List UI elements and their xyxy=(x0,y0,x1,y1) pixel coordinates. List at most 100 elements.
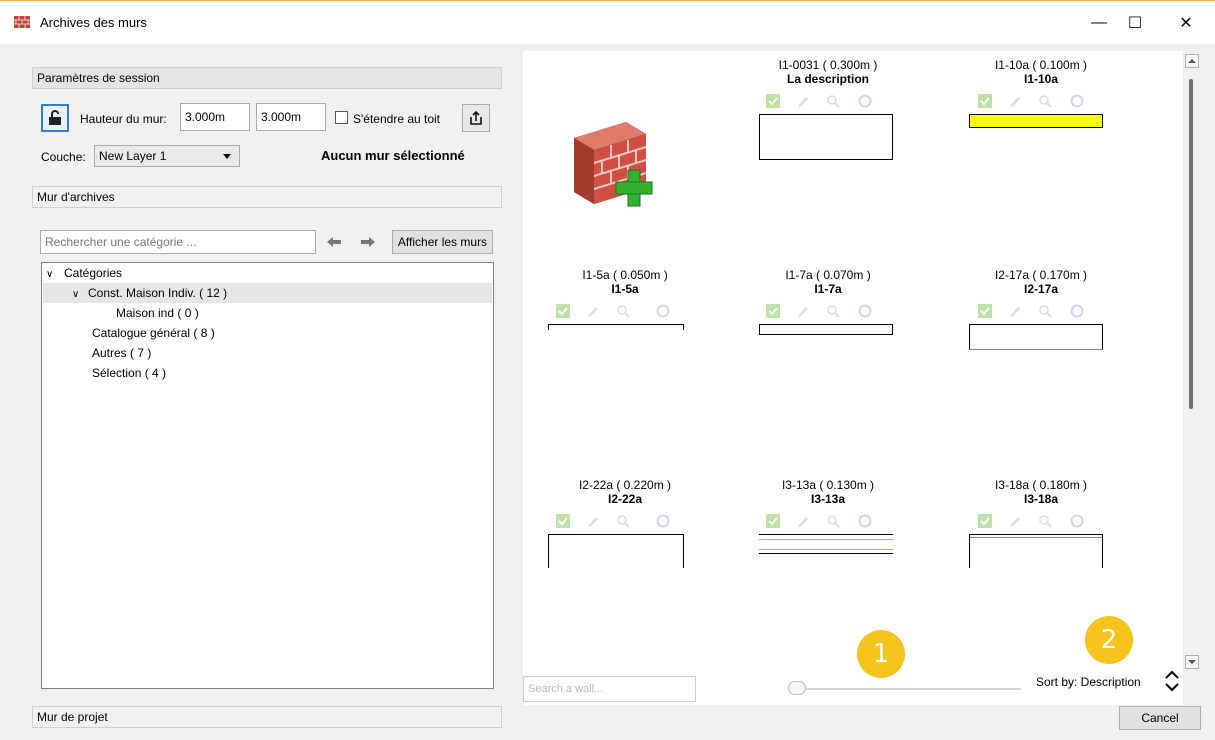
pencil-icon[interactable] xyxy=(586,514,600,528)
pencil-icon[interactable] xyxy=(1008,94,1022,108)
tree-item-label: Const. Maison Indiv. ( 12 ) xyxy=(88,286,228,300)
circle-icon[interactable] xyxy=(858,514,872,528)
tree-root-label: Catégories xyxy=(64,266,123,280)
pencil-icon[interactable] xyxy=(796,304,810,318)
wall-tile-title[interactable]: I1-5a ( 0.050m ) xyxy=(540,269,710,282)
layer-select[interactable]: New Layer 1 xyxy=(94,145,240,167)
chevron-down-icon[interactable]: ∨ xyxy=(46,265,64,285)
maximize-button[interactable]: ☐ xyxy=(1112,1,1158,45)
wall-height-input-1[interactable]: 3.000m xyxy=(180,103,250,131)
check-icon[interactable] xyxy=(766,304,780,318)
lock-button[interactable] xyxy=(41,104,69,132)
chevron-down-icon xyxy=(223,154,231,159)
wall-height-input-2[interactable]: 3.000m xyxy=(256,103,326,131)
sort-order-icon[interactable] xyxy=(1163,668,1181,694)
tree-item-maison-ind[interactable]: Maison ind ( 0 ) xyxy=(116,303,199,323)
wall-preview[interactable] xyxy=(969,534,1103,568)
cancel-button[interactable]: Cancel xyxy=(1119,706,1201,730)
circle-icon[interactable] xyxy=(858,94,872,108)
wall-tile-title[interactable]: I1-10a ( 0.100m ) xyxy=(956,59,1126,72)
pencil-icon[interactable] xyxy=(586,304,600,318)
check-icon[interactable] xyxy=(556,514,570,528)
check-icon[interactable] xyxy=(766,94,780,108)
arrow-left-icon xyxy=(327,237,341,247)
size-slider-handle[interactable] xyxy=(788,681,806,695)
project-walls-header[interactable]: Mur de projet xyxy=(32,706,502,728)
magnifier-icon[interactable] xyxy=(1038,304,1052,318)
wall-preview[interactable] xyxy=(969,324,1103,350)
wall-preview[interactable] xyxy=(759,324,893,335)
layer-select-value: New Layer 1 xyxy=(99,149,167,163)
circle-icon[interactable] xyxy=(858,304,872,318)
scroll-up-button[interactable] xyxy=(1185,54,1199,68)
check-icon[interactable] xyxy=(556,304,570,318)
wall-search-input[interactable]: Search a wall... xyxy=(523,676,696,702)
wall-preview[interactable] xyxy=(759,114,893,160)
check-icon[interactable] xyxy=(766,514,780,528)
pencil-icon[interactable] xyxy=(1008,514,1022,528)
wall-tile-actions xyxy=(766,514,896,532)
forward-arrow-button[interactable] xyxy=(360,234,376,250)
wall-preview[interactable] xyxy=(548,534,684,568)
extend-to-roof-checkbox[interactable] xyxy=(335,111,348,124)
check-icon[interactable] xyxy=(978,304,992,318)
check-icon[interactable] xyxy=(978,514,992,528)
tree-item-const-maison[interactable]: ∨ Const. Maison Indiv. ( 12 ) xyxy=(43,283,492,303)
tree-item-selection[interactable]: Sélection ( 4 ) xyxy=(92,363,166,383)
magnifier-icon[interactable] xyxy=(1038,94,1052,108)
circle-icon[interactable] xyxy=(1070,304,1084,318)
circle-icon[interactable] xyxy=(656,304,670,318)
wall-tile-title[interactable]: I3-13a ( 0.130m ) xyxy=(743,479,913,492)
sort-label[interactable]: Sort by: Description xyxy=(1036,675,1141,689)
wall-preview[interactable] xyxy=(759,534,893,554)
close-button[interactable]: ✕ xyxy=(1163,1,1209,45)
wall-tile-actions xyxy=(978,94,1108,112)
callout-badge-1: 1 xyxy=(857,630,905,678)
circle-icon[interactable] xyxy=(1070,94,1084,108)
magnifier-icon[interactable] xyxy=(826,514,840,528)
window-title: Archives des murs xyxy=(40,15,147,30)
magnifier-icon[interactable] xyxy=(616,514,630,528)
magnifier-icon[interactable] xyxy=(616,304,630,318)
magnifier-icon[interactable] xyxy=(1038,514,1052,528)
vertical-scrollbar[interactable] xyxy=(1183,51,1200,671)
pencil-icon[interactable] xyxy=(796,94,810,108)
pencil-icon[interactable] xyxy=(1008,304,1022,318)
session-settings-header[interactable]: Paramètres de session xyxy=(32,67,502,89)
category-search-input[interactable]: Rechercher une catégorie ... xyxy=(40,230,316,254)
show-walls-button[interactable]: Afficher les murs xyxy=(392,230,493,254)
magnifier-icon[interactable] xyxy=(826,304,840,318)
wall-tile-subtitle: La description xyxy=(786,72,869,86)
wall-tile-title[interactable]: I3-18a ( 0.180m ) xyxy=(956,479,1126,492)
wall-preview[interactable] xyxy=(548,324,684,330)
check-icon[interactable] xyxy=(978,94,992,108)
add-wall-icon[interactable] xyxy=(566,118,664,212)
circle-icon[interactable] xyxy=(1070,514,1084,528)
export-button[interactable] xyxy=(462,104,490,132)
wall-tile-subtitle: I3-18a xyxy=(1023,492,1059,506)
chevron-down-icon[interactable]: ∨ xyxy=(72,285,88,305)
scroll-down-button[interactable] xyxy=(1185,655,1199,669)
magnifier-icon[interactable] xyxy=(826,94,840,108)
category-tree[interactable]: ∨ Catégories ∨ Const. Maison Indiv. ( 12 )… xyxy=(41,262,494,689)
extend-to-roof-label: S'étendre au toit xyxy=(353,112,441,126)
wall-tile-title[interactable]: I1-0031 ( 0.300m ) xyxy=(743,59,913,72)
scroll-thumb[interactable] xyxy=(1189,79,1193,409)
pencil-icon[interactable] xyxy=(796,514,810,528)
wall-gallery: I1-0031 ( 0.300m ) La description I1-10a… xyxy=(523,51,1183,705)
archive-walls-header[interactable]: Mur d'archives xyxy=(32,186,502,208)
tree-item-catalogue-general[interactable]: Catalogue général ( 8 ) xyxy=(92,323,215,343)
tree-root[interactable]: ∨ Catégories xyxy=(46,263,122,283)
wall-tile-subtitle: I3-13a xyxy=(810,492,846,506)
size-slider-track[interactable] xyxy=(795,688,1021,690)
back-arrow-button[interactable] xyxy=(326,234,342,250)
wall-tile-subtitle: I2-17a xyxy=(1023,282,1059,296)
callout-badge-2: 2 xyxy=(1085,616,1133,664)
close-icon: ✕ xyxy=(1179,15,1193,32)
wall-preview[interactable] xyxy=(969,114,1103,128)
tree-item-autres[interactable]: Autres ( 7 ) xyxy=(92,343,151,363)
circle-icon[interactable] xyxy=(656,514,670,528)
wall-tile-title[interactable]: I1-7a ( 0.070m ) xyxy=(743,269,913,282)
wall-tile-title[interactable]: I2-17a ( 0.170m ) xyxy=(956,269,1126,282)
wall-tile-title[interactable]: I2-22a ( 0.220m ) xyxy=(540,479,710,492)
